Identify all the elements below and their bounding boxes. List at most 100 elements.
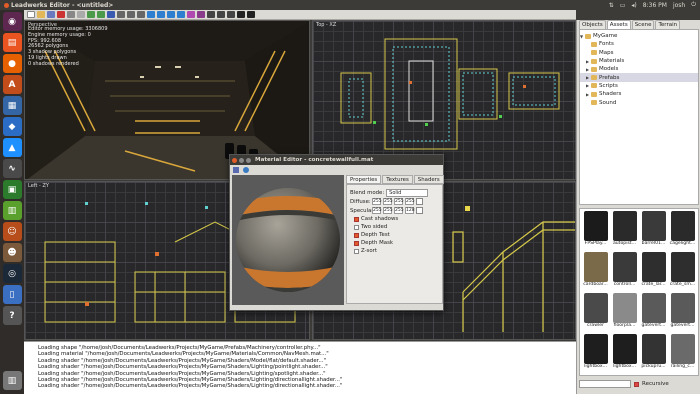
tab-properties[interactable]: Properties [346,175,382,184]
user-name[interactable]: josh [673,2,685,9]
specular-g-field[interactable]: 255 [383,207,393,214]
output-console[interactable]: Loading shape "/home/josh/Documents/Lead… [24,341,576,394]
asset-item[interactable]: FPSPlay... [582,211,609,251]
asset-item[interactable]: floorpla... [611,293,638,333]
asset-item[interactable]: lightbox... [582,334,609,374]
diffuse-g-field[interactable]: 255 [383,198,393,205]
sphere-icon[interactable] [177,11,185,18]
two-sided-checkbox[interactable]: Two sided [350,223,439,231]
tab-assets[interactable]: Assets [606,20,631,29]
copy-icon[interactable] [67,11,75,18]
recursive-checkbox[interactable] [634,381,639,387]
firefox-icon[interactable]: ● [2,54,22,73]
character-icon[interactable]: ☻ [2,243,22,262]
monitor-icon[interactable]: ∿ [2,159,22,178]
power-icon[interactable]: ⏻ [691,1,696,9]
specular-color-swatch[interactable] [416,207,423,214]
select-icon[interactable] [107,11,115,18]
blue-app-icon[interactable]: ▲ [2,138,22,157]
cut-icon[interactable] [57,11,65,18]
green-app-icon[interactable]: ▣ [2,180,22,199]
z-sort-checkbox[interactable]: Z-sort [350,247,439,255]
new-icon[interactable] [27,11,35,18]
diffuse-a-field[interactable]: 255 [405,198,415,205]
tree-item-prefabs[interactable]: ▶ Prefabs [580,73,698,82]
tab-shaders[interactable]: Shaders [413,175,444,184]
redo-icon[interactable] [97,11,105,18]
tree-item-sound[interactable]: Sound [580,98,698,106]
asset-item[interactable]: crawler [582,293,609,333]
tree-item-fonts[interactable]: Fonts [580,40,698,48]
open-icon[interactable] [37,11,45,18]
storage-icon[interactable]: ▯ [2,285,22,304]
asset-item[interactable]: gatevert... [669,293,696,333]
maximize-icon[interactable] [246,157,251,163]
asset-item[interactable]: crate_sm... [669,252,696,292]
checkbox-checked-icon[interactable] [354,216,359,222]
software-center-icon[interactable]: A [2,75,22,94]
leadwerks-icon[interactable]: ◆ [2,117,22,136]
material-preview[interactable] [232,175,344,305]
blend-mode-select[interactable]: Solid [386,188,429,197]
asset-item[interactable]: pickupru... [640,334,667,374]
snap-icon[interactable] [217,11,225,18]
asset-item[interactable]: gatevert... [640,293,667,333]
tab-textures[interactable]: Textures [382,175,413,184]
material-icon[interactable] [187,11,195,18]
tab-scene[interactable]: Scene [631,20,655,29]
game-icon[interactable]: ☺ [2,222,22,241]
asset-item[interactable]: controll... [611,252,638,292]
clock[interactable]: 8:36 PM [643,2,667,9]
office-icon[interactable]: ▦ [2,96,22,115]
specular-b-field[interactable]: 255 [394,207,404,214]
asset-item[interactable]: lightbox... [611,334,638,374]
asset-item[interactable]: crate_lar... [640,252,667,292]
diffuse-color-swatch[interactable] [416,198,423,205]
script-icon[interactable] [197,11,205,18]
view-icon[interactable] [227,11,235,18]
move-icon[interactable] [117,11,125,18]
tree-root[interactable]: ▼ MyGame [580,32,698,40]
minimize-icon[interactable] [239,157,244,163]
checkbox-checked-icon[interactable] [354,232,359,238]
rotate-icon[interactable] [127,11,135,18]
network-icon[interactable]: ⇅ [609,2,614,9]
diffuse-r-field[interactable]: 255 [372,198,382,205]
checkbox-checked-icon[interactable] [354,240,359,246]
publish-icon[interactable] [247,11,255,18]
tree-item-models[interactable]: ▶ Models [580,65,698,73]
tree-item-maps[interactable]: Maps [580,49,698,57]
checkbox-unchecked-icon[interactable] [354,224,359,230]
spreadsheet-icon[interactable]: ▥ [2,201,22,220]
asset-item[interactable]: railing_c... [669,334,696,374]
trash-icon[interactable]: ▥ [2,371,22,390]
battery-icon[interactable]: ▭ [620,2,626,9]
cast-shadows-checkbox[interactable]: Cast shadows [350,215,439,223]
tab-terrain[interactable]: Terrain [655,20,681,29]
volume-icon[interactable]: ◂) [631,2,636,9]
save-icon[interactable] [47,11,55,18]
save-icon[interactable] [233,166,239,173]
depth-mask-checkbox[interactable]: Depth Mask [350,239,439,247]
grid-icon[interactable] [207,11,215,18]
specular-a-field[interactable]: 128 [405,207,415,214]
tree-item-materials[interactable]: ▶ Materials [580,57,698,65]
paste-icon[interactable] [77,11,85,18]
tree-item-shaders[interactable]: ▶ Shaders [580,90,698,98]
wedge-icon[interactable] [157,11,165,18]
depth-test-checkbox[interactable]: Depth Test [350,231,439,239]
tree-item-scripts[interactable]: ▶ Scripts [580,82,698,90]
checkbox-unchecked-icon[interactable] [354,248,359,254]
asset-item[interactable]: autopist... [611,211,638,251]
asset-item[interactable]: cardboar... [582,252,609,292]
run-icon[interactable] [237,11,245,18]
specular-r-field[interactable]: 255 [372,207,382,214]
tab-objects[interactable]: Objects [579,20,606,29]
material-editor-titlebar[interactable]: Material Editor - concretewallfull.mat [230,155,443,165]
scale-icon[interactable] [137,11,145,18]
help-icon[interactable]: ? [2,306,22,325]
asset-item[interactable]: barrel01... [640,211,667,251]
close-icon[interactable] [232,157,237,163]
box-icon[interactable] [147,11,155,18]
diffuse-b-field[interactable]: 255 [394,198,404,205]
